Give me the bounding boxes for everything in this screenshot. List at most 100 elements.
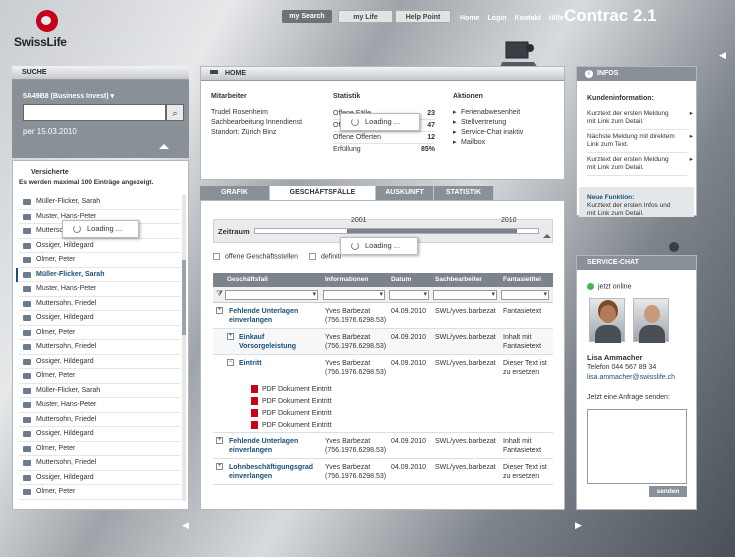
person-list-item[interactable]: Ossiger, Hildegard	[19, 239, 181, 253]
agent-photo-female[interactable]	[589, 298, 625, 343]
search-input[interactable]	[23, 104, 166, 121]
expand-icon[interactable]: +	[216, 463, 223, 470]
filter-fantasietitel[interactable]	[501, 290, 549, 300]
person-list-item[interactable]: Muster, Hans-Peter	[19, 282, 181, 297]
link-home[interactable]: Home	[460, 15, 479, 22]
person-icon	[23, 431, 31, 437]
info-item[interactable]: Kurztext der ersten Meldung mit Link zum …	[587, 110, 693, 130]
person-list-item[interactable]: Ossiger, Hildegard	[19, 311, 181, 326]
aktion-stellvertretung[interactable]: Stellvertretung	[453, 118, 558, 128]
left-arrow-icon[interactable]: ◀	[182, 520, 189, 531]
filter-informationen[interactable]	[323, 290, 385, 300]
col-informationen[interactable]: Informationen	[325, 276, 368, 283]
person-list-item[interactable]: Müller-Flicker, Sarah	[19, 384, 181, 398]
aktionen-col: Aktionen Ferienabwesenheit Stellvertretu…	[453, 93, 558, 148]
checkbox-offene[interactable]: offene Geschäftsstellen	[213, 253, 298, 260]
pdf-link[interactable]: PDF Dokument Eintritt	[251, 409, 332, 417]
person-name: Muttersohn, Friedel	[36, 343, 97, 350]
expand-arrow-icon[interactable]: ◀	[719, 50, 726, 61]
tab-my-life[interactable]: my Life	[338, 10, 393, 23]
table-row-expanded[interactable]: − Eintritt Yves Barbezat (756.1976.6298.5…	[213, 355, 553, 433]
person-list-item[interactable]: Ossiger, Hildegard	[19, 471, 181, 485]
link-kontakt[interactable]: Kontakt	[515, 15, 541, 22]
expand-icon[interactable]: +	[227, 333, 234, 340]
chat-message-input[interactable]	[587, 409, 687, 484]
checkbox-definitiv[interactable]: definiti	[309, 253, 341, 260]
col-sachbearbeiter[interactable]: Sachbearbeiter	[435, 276, 482, 283]
person-icon	[23, 358, 31, 365]
info-item[interactable]: Nächste Meldung mit direktem Link zum Tex…	[587, 133, 693, 153]
link-hilfe[interactable]: Hilfe	[549, 15, 564, 22]
top-links: Home Login Kontakt Hilfe	[460, 15, 572, 22]
tab-auskunft[interactable]: AUSKUNFT	[376, 186, 434, 200]
link-login[interactable]: Login	[487, 15, 506, 22]
person-list-item[interactable]: Müller-Flicker, Sarah	[19, 195, 181, 210]
person-name: Olmer, Peter	[36, 488, 76, 495]
filter-datum[interactable]	[389, 290, 429, 300]
right-arrow-icon[interactable]: ▶	[575, 520, 582, 531]
agent-email[interactable]: lisa.ammacher@swisslife.ch	[587, 374, 675, 381]
person-list-item[interactable]: Muttersohn, Friedel	[19, 456, 181, 471]
col-fantasietitel[interactable]: Fantasietitel	[503, 276, 541, 283]
list-scrollbar[interactable]	[182, 195, 186, 501]
expand-icon[interactable]: +	[216, 307, 223, 314]
person-list-item[interactable]: Muttersohn, Friedel	[19, 413, 181, 427]
loading-popup-stats: Loading ...	[340, 113, 420, 131]
chat-title: SERVICE-CHAT	[577, 256, 696, 270]
tab-my-search[interactable]: my Search	[282, 10, 332, 23]
person-list-item[interactable]: Müller-Flicker, Sarah	[16, 267, 181, 282]
agent-photo-male[interactable]	[633, 298, 669, 343]
send-button[interactable]: senden	[649, 486, 687, 497]
person-list-item[interactable]: Ossiger, Hildegard	[19, 427, 181, 442]
pdf-link[interactable]: PDF Dokument Eintritt	[251, 397, 332, 405]
request-label: Jetzt eine Anfrage senden:	[587, 394, 670, 401]
scrollbar-thumb[interactable]	[182, 260, 186, 335]
table-row[interactable]: + Fehlende Unterlagen einverlangen Yves B…	[213, 433, 553, 459]
neue-funktion-box[interactable]: Neue Funktion: Kurztext der ersten Infos…	[579, 187, 694, 217]
pdf-icon	[251, 421, 258, 429]
person-list-item[interactable]: Muster, Hans-Peter	[19, 398, 181, 413]
table-row[interactable]: + Einkauf Vorsorgeleistung Yves Barbezat(…	[213, 329, 553, 355]
person-icon	[23, 387, 31, 394]
aktion-service-chat[interactable]: Service-Chat inaktiv	[453, 128, 558, 138]
col-datum[interactable]: Datum	[391, 276, 411, 283]
expand-icon[interactable]: +	[216, 437, 223, 444]
search-icon[interactable]: ⌕	[166, 104, 184, 121]
person-icon	[23, 300, 31, 307]
collapse-icon[interactable]	[159, 144, 169, 149]
timeline-track[interactable]	[254, 228, 539, 234]
swisslife-logo[interactable]: SwissLife	[14, 8, 74, 52]
stat-row[interactable]: Erfüllung 85%	[333, 144, 435, 156]
tab-help-point[interactable]: Help Point	[395, 10, 451, 23]
table-row[interactable]: + Lohnbeschäftigungsgrad einverlangen Yve…	[213, 459, 553, 485]
timeline-range[interactable]	[347, 229, 517, 233]
person-list-item[interactable]: Muttersohn, Friedel	[19, 297, 181, 311]
aktion-mailbox[interactable]: Mailbox	[453, 138, 558, 148]
person-list-item[interactable]: Olmer, Peter	[19, 442, 181, 456]
person-list-item[interactable]: Muttersohn, Friedel	[19, 340, 181, 355]
filter-geschaeftsfall[interactable]	[225, 290, 318, 300]
person-icon	[23, 315, 31, 321]
contract-select[interactable]: 5A49B8 (Business Invest) ▾	[23, 92, 114, 100]
pdf-link[interactable]: PDF Dokument Eintritt	[251, 421, 332, 429]
collapse-icon[interactable]: −	[227, 359, 234, 366]
person-list-item[interactable]: Ossiger, Hildegard	[19, 355, 181, 369]
loading-popup-list: Loading ...	[62, 220, 139, 238]
tab-geschaeftsfaelle[interactable]: GESCHÄFTSFÄLLE	[270, 186, 376, 200]
stat-row[interactable]: Offene Offerten 12	[333, 132, 435, 144]
tab-grafik[interactable]: GRAFIK	[200, 186, 270, 200]
col-geschaeftsfall[interactable]: Geschäftsfall	[227, 276, 268, 283]
person-list-item[interactable]: Olmer, Peter	[19, 369, 181, 384]
person-list-item[interactable]: Olmer, Peter	[19, 253, 181, 268]
aktion-ferien[interactable]: Ferienabwesenheit	[453, 108, 558, 118]
person-list-item[interactable]: Olmer, Peter	[19, 326, 181, 340]
info-item[interactable]: Kurztext der ersten Meldung mit Link zum …	[587, 156, 693, 176]
person-icon	[23, 344, 31, 350]
person-list-item[interactable]: Olmer, Peter	[19, 485, 181, 500]
mitarbeiter-location: Standort: Zürich Binz	[211, 129, 277, 136]
pdf-link[interactable]: PDF Dokument Eintritt	[251, 385, 332, 393]
table-row[interactable]: + Fehlende Unterlagen einverlangen Yves B…	[213, 303, 553, 329]
filter-sachbearbeiter[interactable]	[433, 290, 497, 300]
slider-handle-icon[interactable]	[543, 234, 551, 238]
tab-statistik[interactable]: STATISTIK	[434, 186, 494, 200]
